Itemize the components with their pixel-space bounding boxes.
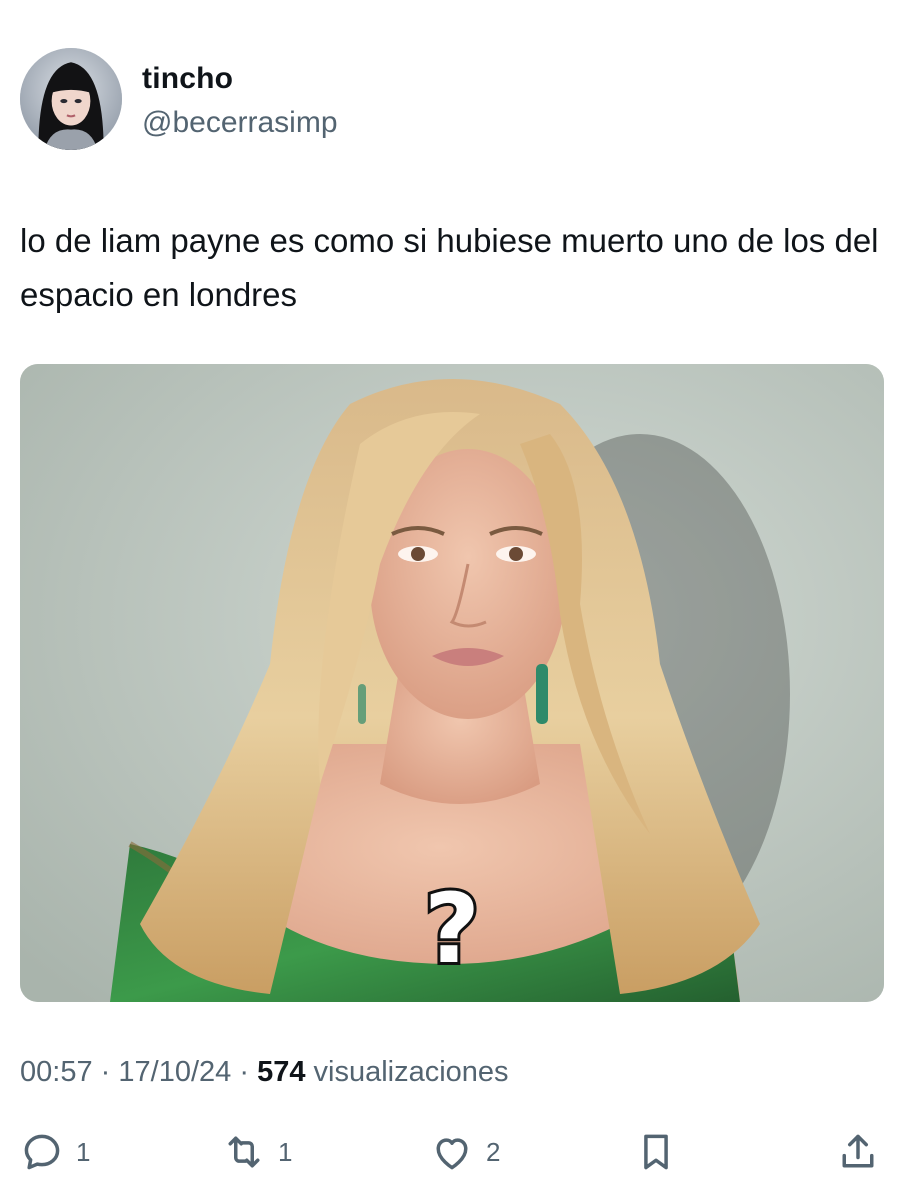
question-mark-overlay: ? [424, 873, 480, 985]
meta-separator: · [239, 1056, 249, 1088]
avatar[interactable] [20, 48, 122, 150]
tweet-meta: 00:57 · 17/10/24 · 574 visualizaciones [20, 1056, 509, 1089]
bookmark-icon [644, 1134, 668, 1170]
tweet-date[interactable]: 17/10/24 [118, 1056, 231, 1088]
profile-photo-icon [20, 48, 122, 150]
meta-separator: · [100, 1056, 111, 1088]
views-count: 574 [257, 1056, 306, 1088]
display-name[interactable]: tincho [142, 62, 233, 96]
bookmark-button[interactable] [634, 1124, 678, 1180]
tweet-media[interactable]: ? [20, 364, 884, 1002]
tweet-text: lo de liam payne es como si hubiese muer… [20, 222, 879, 313]
share-button[interactable] [836, 1124, 880, 1180]
like-count: 2 [486, 1136, 501, 1167]
user-handle[interactable]: @becerrasimp [142, 106, 338, 140]
share-icon [842, 1134, 874, 1168]
heart-icon [436, 1138, 468, 1170]
reply-button[interactable]: 1 [20, 1124, 90, 1180]
views-label: visualizaciones [313, 1056, 509, 1088]
retweet-count: 1 [278, 1136, 293, 1167]
reply-icon [24, 1134, 60, 1170]
like-button[interactable]: 2 [430, 1124, 500, 1180]
action-bar: 1 1 2 [0, 1124, 903, 1180]
photo-image: ? [20, 364, 884, 1002]
reply-count: 1 [76, 1136, 91, 1167]
retweet-button[interactable]: 1 [222, 1124, 292, 1180]
retweet-icon [228, 1136, 260, 1168]
tweet: tincho @becerrasimp lo de liam payne es … [0, 0, 903, 1200]
tweet-time[interactable]: 00:57 [20, 1056, 93, 1088]
